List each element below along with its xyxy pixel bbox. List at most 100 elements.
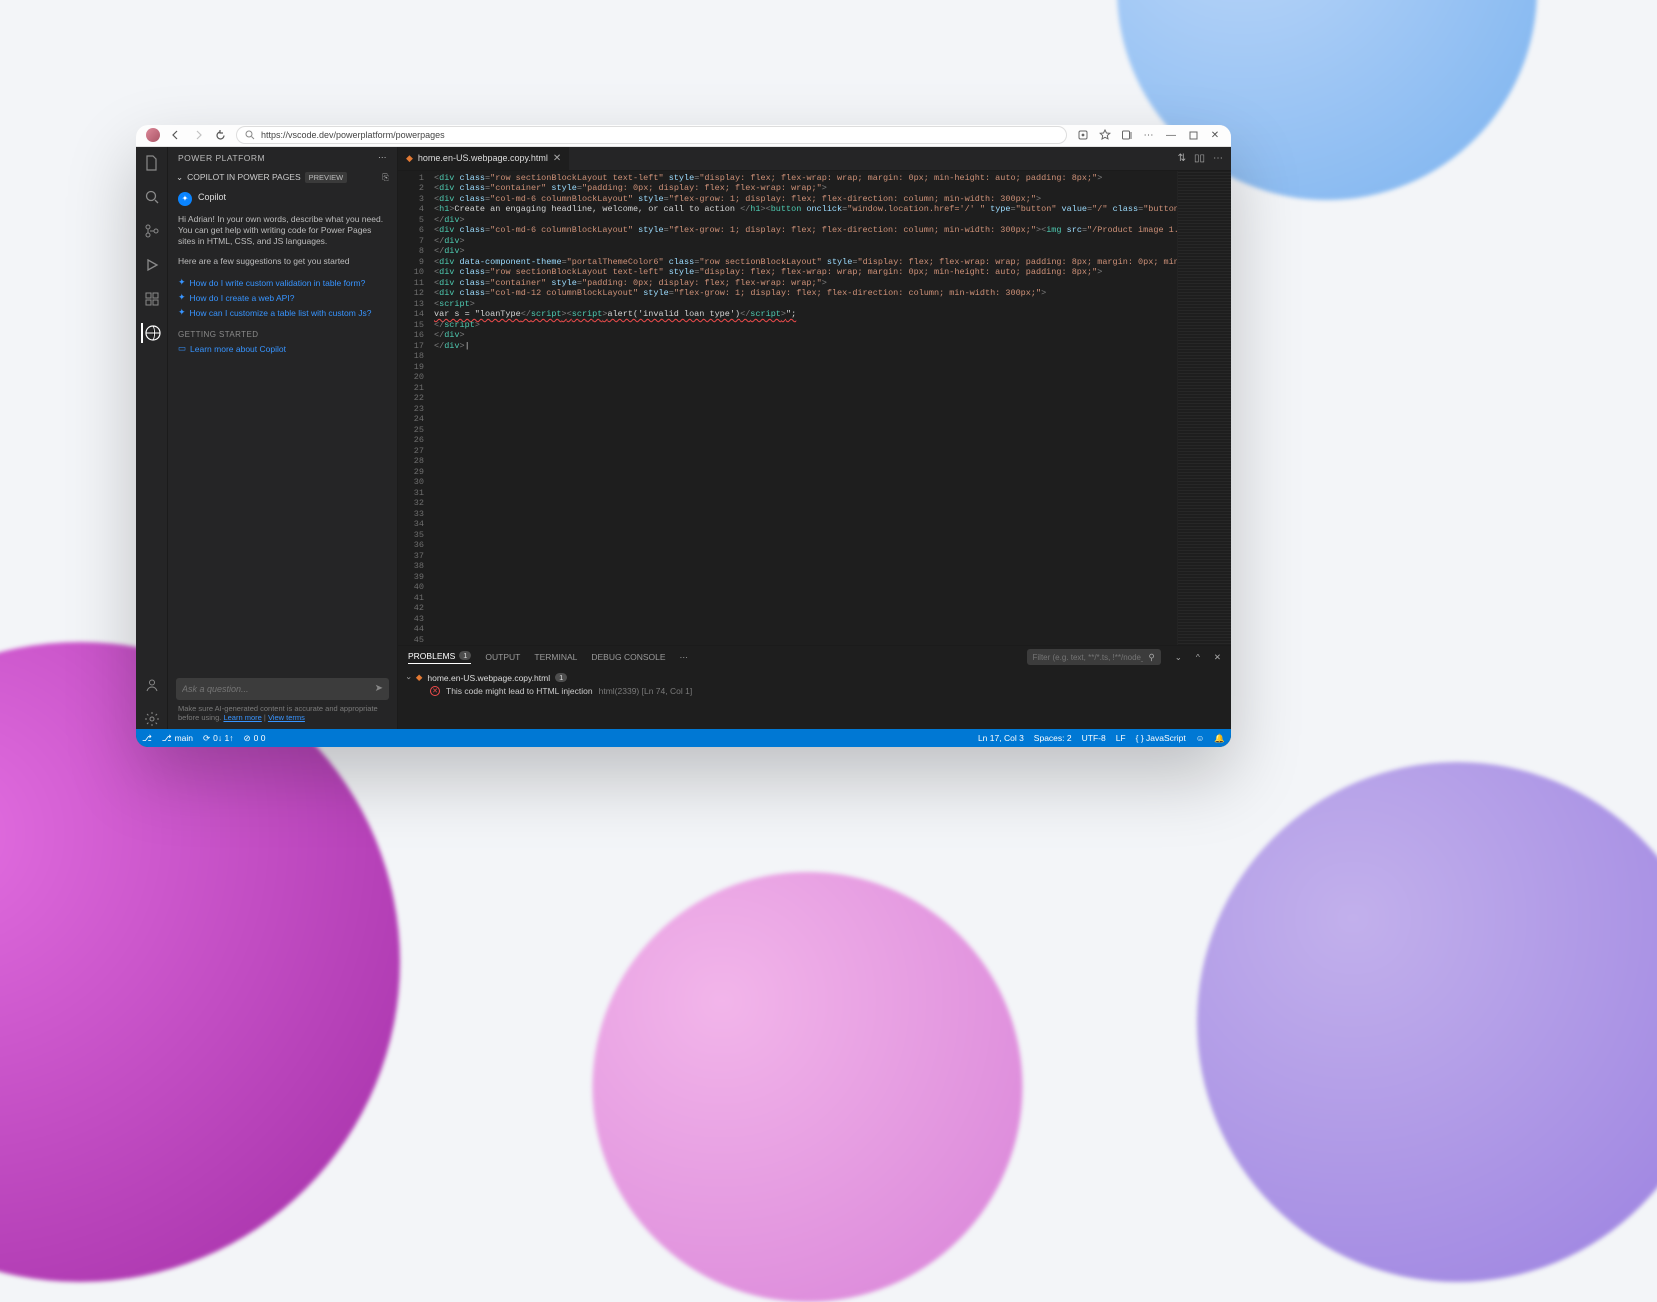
- activity-bar: [136, 147, 168, 730]
- copilot-name: Copilot: [198, 192, 226, 202]
- status-spaces[interactable]: Spaces: 2: [1034, 733, 1072, 743]
- status-sync[interactable]: ⟳0↓ 1↑: [203, 733, 233, 744]
- copilot-feedback-icon[interactable]: ⎘: [382, 172, 389, 183]
- status-language[interactable]: { } JavaScript: [1136, 733, 1186, 743]
- status-bell-icon[interactable]: 🔔: [1214, 733, 1225, 744]
- close-window-icon[interactable]: ✕: [1209, 129, 1221, 141]
- extensions-icon[interactable]: [142, 289, 162, 309]
- status-encoding[interactable]: UTF-8: [1082, 733, 1106, 743]
- suggestion-link-1[interactable]: ✦ How do I create a web API?: [178, 290, 387, 305]
- site-info-icon[interactable]: [1077, 129, 1089, 141]
- learn-more-text: Learn more about Copilot: [190, 344, 286, 354]
- problem-file-row[interactable]: › ◆ home.en-US.webpage.copy.html 1: [408, 672, 1221, 683]
- split-editor-icon[interactable]: ▯▯: [1194, 153, 1205, 164]
- ai-disclaimer: Make sure AI-generated content is accura…: [176, 700, 389, 724]
- status-bar: ⎇ ⎇main ⟳0↓ 1↑ ⊘0 0 Ln 17, Col 3 Spaces:…: [136, 729, 1231, 747]
- problem-file-count: 1: [555, 673, 567, 682]
- nav-back-icon[interactable]: [170, 129, 182, 141]
- problems-filter[interactable]: ⚲: [1027, 649, 1161, 665]
- editor-tab-home[interactable]: ◆ home.en-US.webpage.copy.html ✕: [398, 147, 570, 170]
- url-input[interactable]: [261, 130, 1058, 140]
- favorite-icon[interactable]: [1099, 129, 1111, 141]
- side-panel: POWER PLATFORM ⋯ ⌄ COPILOT IN POWER PAGE…: [168, 147, 398, 730]
- problem-item[interactable]: ✕ This code might lead to HTML injection…: [408, 683, 1221, 696]
- html-file-icon: ◆: [416, 672, 423, 683]
- code-content[interactable]: <div class="row sectionBlockLayout text-…: [430, 171, 1177, 646]
- search-icon: [245, 130, 255, 140]
- bottom-panel: PROBLEMS 1 OUTPUT TERMINAL DEBUG CONSOLE…: [398, 645, 1231, 729]
- minimap[interactable]: [1177, 171, 1231, 646]
- settings-gear-icon[interactable]: [142, 709, 162, 729]
- account-icon[interactable]: [142, 675, 162, 695]
- run-debug-icon[interactable]: [142, 255, 162, 275]
- book-icon: ▭: [178, 343, 186, 354]
- html-file-icon: ◆: [406, 153, 413, 164]
- explorer-icon[interactable]: [142, 153, 162, 173]
- code-editor[interactable]: 1234567891011121314151617181920212223242…: [398, 171, 1231, 646]
- send-icon[interactable]: ➤: [375, 683, 383, 694]
- problems-filter-input[interactable]: [1033, 653, 1143, 662]
- panel-tab-debug[interactable]: DEBUG CONSOLE: [591, 652, 665, 662]
- editor-area: ◆ home.en-US.webpage.copy.html ✕ ⇅ ▯▯ ⋯ …: [398, 147, 1231, 730]
- copilot-identity: ✦ Copilot: [168, 186, 397, 212]
- panel-maximize-icon[interactable]: ^: [1196, 652, 1200, 662]
- filter-funnel-icon[interactable]: ⚲: [1149, 652, 1155, 663]
- vscode-app: POWER PLATFORM ⋯ ⌄ COPILOT IN POWER PAGE…: [136, 147, 1231, 748]
- side-panel-more-icon[interactable]: ⋯: [378, 152, 387, 163]
- maximize-icon[interactable]: [1187, 129, 1199, 141]
- disclaimer-learn-link[interactable]: Learn more: [223, 713, 261, 722]
- editor-tabs: ◆ home.en-US.webpage.copy.html ✕ ⇅ ▯▯ ⋯: [398, 147, 1231, 171]
- collections-icon[interactable]: [1121, 129, 1133, 141]
- tab-close-icon[interactable]: ✕: [553, 153, 561, 164]
- status-branch[interactable]: ⎇main: [162, 733, 193, 744]
- sparkle-icon: ✦: [178, 307, 186, 318]
- tab-more-icon[interactable]: ⋯: [1213, 153, 1223, 164]
- copilot-section-header[interactable]: ⌄ COPILOT IN POWER PAGES PREVIEW ⎘: [168, 169, 397, 186]
- ask-question-input[interactable]: [182, 684, 375, 694]
- line-number-gutter: 1234567891011121314151617181920212223242…: [398, 171, 430, 646]
- profile-avatar[interactable]: [146, 128, 160, 142]
- status-remote-icon[interactable]: ⎇: [142, 733, 152, 744]
- more-icon[interactable]: ⋯: [1143, 129, 1155, 141]
- status-cursor[interactable]: Ln 17, Col 3: [978, 733, 1024, 743]
- suggestion-text-1: How do I create a web API?: [190, 293, 295, 303]
- status-eol[interactable]: LF: [1116, 733, 1126, 743]
- nav-forward-icon[interactable]: [192, 129, 204, 141]
- copilot-section-label: COPILOT IN POWER PAGES: [187, 172, 301, 182]
- copilot-greeting: Hi Adrian! In your own words, describe w…: [168, 212, 397, 254]
- suggestion-text-0: How do I write custom validation in tabl…: [190, 278, 366, 288]
- address-bar[interactable]: [236, 126, 1067, 144]
- panel-tab-more-icon[interactable]: ⋯: [680, 652, 689, 663]
- learn-more-link[interactable]: ▭ Learn more about Copilot: [168, 341, 397, 356]
- minimize-icon[interactable]: —: [1165, 129, 1177, 141]
- copilot-logo-icon: ✦: [178, 192, 192, 206]
- suggestion-link-0[interactable]: ✦ How do I write custom validation in tab…: [178, 275, 387, 290]
- power-platform-icon[interactable]: [141, 323, 161, 343]
- refresh-icon[interactable]: [214, 129, 226, 141]
- sparkle-icon: ✦: [178, 277, 186, 288]
- ask-question-box[interactable]: ➤: [176, 678, 389, 700]
- browser-chrome: ⋯ — ✕: [136, 125, 1231, 147]
- panel-tab-problems[interactable]: PROBLEMS 1: [408, 651, 471, 664]
- search-activity-icon[interactable]: [142, 187, 162, 207]
- panel-tab-output[interactable]: OUTPUT: [485, 652, 520, 662]
- status-errors-warnings[interactable]: ⊘0 0: [243, 733, 265, 744]
- panel-tab-terminal[interactable]: TERMINAL: [534, 652, 577, 662]
- problem-file-name: home.en-US.webpage.copy.html: [427, 673, 550, 683]
- suggestion-text-2: How can I customize a table list with cu…: [190, 308, 372, 318]
- problem-meta: html(2339) [Ln 74, Col 1]: [599, 686, 693, 696]
- error-icon: ✕: [430, 686, 440, 696]
- disclaimer-terms-link[interactable]: View terms: [268, 713, 305, 722]
- status-feedback-icon[interactable]: ☺: [1196, 733, 1205, 743]
- preview-badge: PREVIEW: [305, 172, 348, 183]
- panel-close-icon[interactable]: ✕: [1214, 652, 1221, 663]
- panel-collapse-icon[interactable]: ⌄: [1175, 652, 1182, 663]
- side-panel-title: POWER PLATFORM: [178, 153, 265, 163]
- chevron-right-icon: ›: [404, 676, 414, 679]
- sparkle-icon: ✦: [178, 292, 186, 303]
- browser-window: ⋯ — ✕: [136, 125, 1231, 747]
- suggestion-link-2[interactable]: ✦ How can I customize a table list with c…: [178, 305, 387, 320]
- compare-changes-icon[interactable]: ⇅: [1178, 153, 1186, 164]
- source-control-icon[interactable]: [142, 221, 162, 241]
- bg-blob-pink-center: [592, 872, 1022, 1302]
